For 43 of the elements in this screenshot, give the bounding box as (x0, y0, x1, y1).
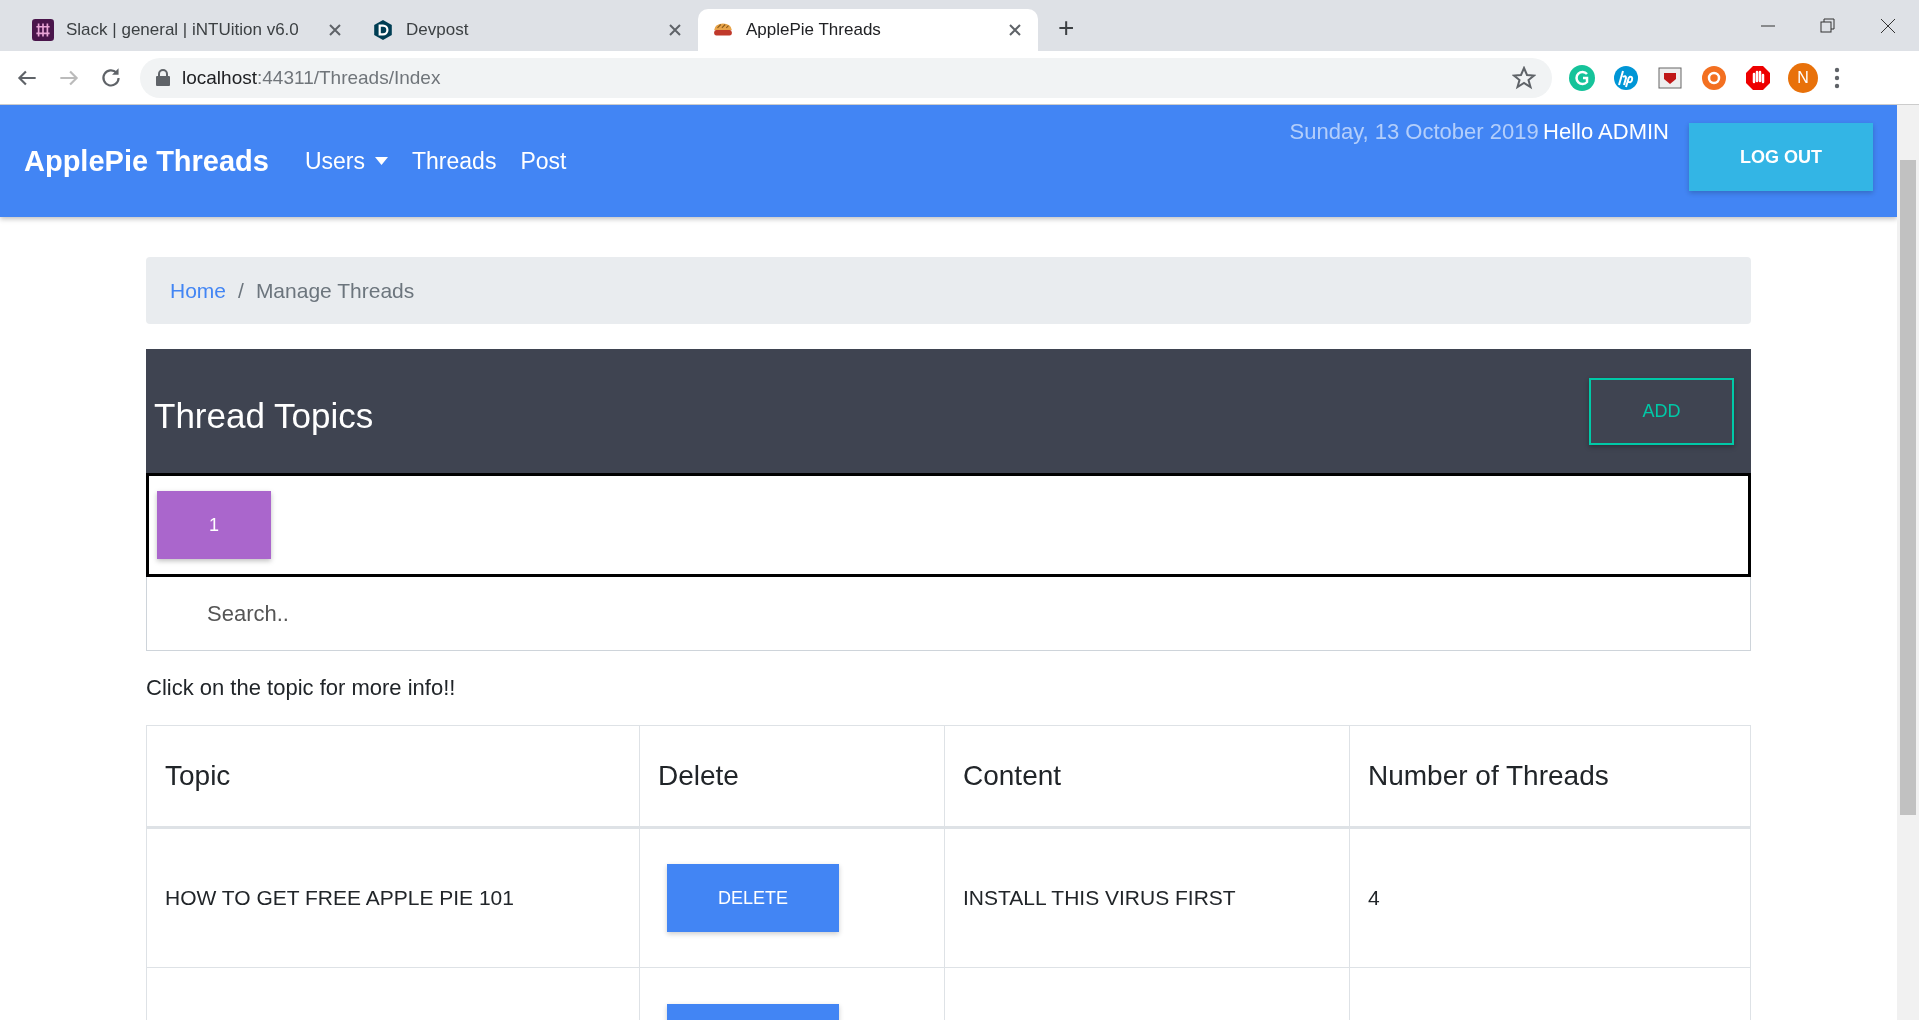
browser-tab[interactable]: Devpost (358, 9, 698, 51)
grid-icon (32, 19, 54, 41)
search-field[interactable]: Search.. (146, 577, 1751, 651)
lifebuoy-icon[interactable] (1700, 63, 1728, 92)
logout-button[interactable]: LOG OUT (1689, 123, 1873, 191)
menu-icon[interactable] (1834, 65, 1840, 90)
table-cell: INSTALL THIS VIRUS FIRST (944, 827, 1350, 968)
greeting-text: Sunday, 13 October 2019 Hello ADMIN (1289, 119, 1669, 145)
column-header: Topic (146, 725, 640, 828)
nav-link[interactable]: Post (520, 147, 567, 175)
stop-hand-icon[interactable] (1744, 63, 1772, 92)
nav-link[interactable]: Users (304, 147, 389, 175)
panel-title: Thread Topics (154, 396, 374, 436)
column-header: Delete (639, 725, 945, 828)
browser-tab[interactable]: ApplePie Threads (698, 9, 1038, 51)
table-cell: 4 (1349, 827, 1751, 968)
browser-tab[interactable]: Slack | general | iNTUition v6.0 (18, 9, 358, 51)
scrollbar[interactable] (1897, 105, 1919, 1020)
nav-link[interactable]: Threads (412, 147, 497, 175)
tab-title: Devpost (406, 20, 470, 40)
hint-text: Click on the topic for more info!! (146, 675, 457, 701)
star-icon[interactable] (1512, 65, 1536, 90)
address-bar[interactable]: localhost:44311/Threads/Index (140, 57, 1552, 98)
column-header: Content (944, 725, 1350, 828)
breadcrumb-item: Manage Threads (255, 278, 415, 303)
delete-button[interactable]: DELETE (667, 864, 839, 932)
restore-icon[interactable] (1819, 16, 1837, 35)
lock-icon (156, 69, 170, 86)
brand-link[interactable]: ApplePie Threads (24, 144, 269, 178)
table-cell: HOW TO GET FREE APPLE PIE 101 (146, 827, 640, 968)
url-text: localhost:44311/Threads/Index (182, 66, 441, 89)
breadcrumb-item[interactable]: Home (170, 278, 227, 303)
page-button[interactable]: 1 (157, 491, 271, 559)
column-header: Number of Threads (1349, 725, 1751, 828)
new-tab-button[interactable]: + (1052, 11, 1081, 45)
profile-avatar[interactable]: N (1788, 62, 1818, 93)
add-button[interactable]: ADD (1589, 377, 1734, 445)
hexagon-d-icon (372, 19, 394, 41)
hp-circle-icon[interactable] (1612, 63, 1640, 92)
close-icon[interactable] (1879, 16, 1897, 35)
breadcrumb-separator: / (238, 278, 244, 303)
tab-title: ApplePie Threads (746, 20, 882, 40)
tab-title: Slack | general | iNTUition v6.0 (66, 20, 300, 40)
